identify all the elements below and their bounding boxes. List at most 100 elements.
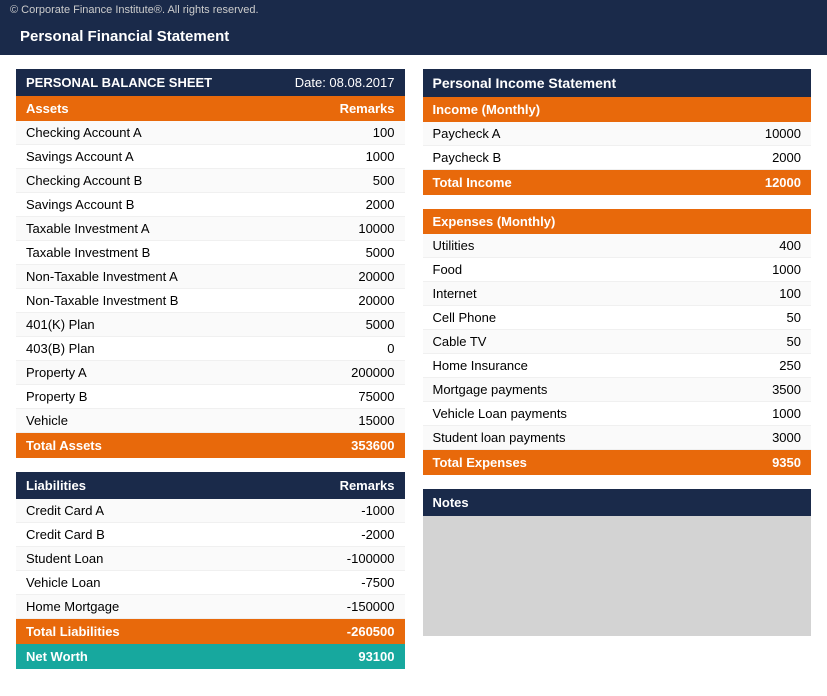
income-statement-header: Personal Income Statement <box>423 69 812 97</box>
asset-value: 100 <box>315 125 395 140</box>
asset-value: 1000 <box>315 149 395 164</box>
liability-row: Credit Card A-1000 <box>16 499 405 523</box>
income-statement-title: Personal Income Statement <box>433 75 617 91</box>
total-income-label: Total Income <box>433 175 512 190</box>
total-liabilities-label: Total Liabilities <box>26 624 120 639</box>
asset-name: Property A <box>26 365 87 380</box>
asset-name: 403(B) Plan <box>26 341 95 356</box>
copyright-text: © Corporate Finance Institute®. All righ… <box>10 4 259 16</box>
expenses-list: Utilities 400 Food 1000 Internet100 Cell Phon… <box>423 234 812 450</box>
total-expenses-label: Total Expenses <box>433 455 527 470</box>
asset-row: Taxable Investment B 5000 <box>16 241 405 265</box>
notes-box[interactable] <box>423 516 812 636</box>
liabilities-remarks-label: Remarks <box>340 478 395 493</box>
total-assets-value: 353600 <box>351 438 394 453</box>
expense-value: 1000 <box>721 262 801 277</box>
right-panel: Personal Income Statement Income (Monthl… <box>423 69 812 669</box>
title-bar: Personal Financial Statement <box>0 20 827 55</box>
liability-row: Credit Card B -2000 <box>16 523 405 547</box>
expense-row: Utilities 400 <box>423 234 812 258</box>
notes-label: Notes <box>433 495 469 510</box>
income-value: 10000 <box>721 126 801 141</box>
asset-row: Property A 200000 <box>16 361 405 385</box>
income-row: Paycheck B 2000 <box>423 146 812 170</box>
asset-value: 5000 <box>315 317 395 332</box>
total-expenses-value: 9350 <box>772 455 801 470</box>
income-name: Paycheck A <box>433 126 501 141</box>
assets-label: Assets <box>26 101 69 116</box>
liability-value: -7500 <box>315 575 395 590</box>
asset-value: 15000 <box>315 413 395 428</box>
expense-row: Cable TV 50 <box>423 330 812 354</box>
asset-row: Property B75000 <box>16 385 405 409</box>
main-content: PERSONAL BALANCE SHEET Date: 08.08.2017 … <box>0 55 827 683</box>
asset-value: 20000 <box>315 269 395 284</box>
asset-name: Taxable Investment A <box>26 221 150 236</box>
asset-name: Vehicle <box>26 413 68 428</box>
income-row: Paycheck A 10000 <box>423 122 812 146</box>
income-name: Paycheck B <box>433 150 502 165</box>
notes-header: Notes <box>423 489 812 516</box>
liability-name: Student Loan <box>26 551 103 566</box>
assets-list: Checking Account A100Savings Account A10… <box>16 121 405 433</box>
expense-value: 250 <box>721 358 801 373</box>
liabilities-list: Credit Card A-1000 Credit Card B -2000 Stud… <box>16 499 405 619</box>
expense-value: 3500 <box>721 382 801 397</box>
liability-name: Vehicle Loan <box>26 575 100 590</box>
asset-row: Vehicle 15000 <box>16 409 405 433</box>
expense-value: 1000 <box>721 406 801 421</box>
asset-name: 401(K) Plan <box>26 317 95 332</box>
income-row-header: Income (Monthly) <box>423 97 812 122</box>
liability-value: -2000 <box>315 527 395 542</box>
asset-value: 0 <box>315 341 395 356</box>
asset-value: 75000 <box>315 389 395 404</box>
asset-name: Non-Taxable Investment B <box>26 293 178 308</box>
expense-row: Student loan payments3000 <box>423 426 812 450</box>
total-assets-label: Total Assets <box>26 438 102 453</box>
asset-name: Checking Account A <box>26 125 142 140</box>
asset-row: Checking Account B500 <box>16 169 405 193</box>
expense-value: 100 <box>721 286 801 301</box>
expense-name: Cable TV <box>433 334 487 349</box>
total-liabilities-value: -260500 <box>347 624 395 639</box>
expense-value: 50 <box>721 334 801 349</box>
asset-name: Taxable Investment B <box>26 245 150 260</box>
liabilities-section-header: Liabilities Remarks <box>16 472 405 499</box>
liability-name: Home Mortgage <box>26 599 119 614</box>
liability-row: Home Mortgage-150000 <box>16 595 405 619</box>
income-monthly-label: Income (Monthly) <box>433 102 541 117</box>
liability-row: Vehicle Loan -7500 <box>16 571 405 595</box>
expense-row: Food 1000 <box>423 258 812 282</box>
total-liabilities-row: Total Liabilities -260500 <box>16 619 405 644</box>
left-panel: PERSONAL BALANCE SHEET Date: 08.08.2017 … <box>16 69 405 669</box>
total-expenses-row: Total Expenses 9350 <box>423 450 812 475</box>
asset-value: 200000 <box>315 365 395 380</box>
assets-row-header: Assets Remarks <box>16 96 405 121</box>
asset-value: 500 <box>315 173 395 188</box>
liability-row: Student Loan -100000 <box>16 547 405 571</box>
balance-sheet-date: Date: 08.08.2017 <box>295 75 395 90</box>
expense-row: Home Insurance250 <box>423 354 812 378</box>
income-value: 2000 <box>721 150 801 165</box>
asset-row: Taxable Investment A 10000 <box>16 217 405 241</box>
asset-value: 20000 <box>315 293 395 308</box>
liabilities-label: Liabilities <box>26 478 86 493</box>
liability-value: -100000 <box>315 551 395 566</box>
expense-row: Internet100 <box>423 282 812 306</box>
expenses-row-header: Expenses (Monthly) <box>423 209 812 234</box>
expense-name: Utilities <box>433 238 475 253</box>
page-title: Personal Financial Statement <box>20 28 229 45</box>
asset-name: Non-Taxable Investment A <box>26 269 178 284</box>
total-income-row: Total Income 12000 <box>423 170 812 195</box>
expense-name: Vehicle Loan payments <box>433 406 567 421</box>
expense-name: Cell Phone <box>433 310 497 325</box>
balance-sheet-header: PERSONAL BALANCE SHEET Date: 08.08.2017 <box>16 69 405 96</box>
expense-name: Food <box>433 262 463 277</box>
expense-value: 400 <box>721 238 801 253</box>
liability-value: -1000 <box>315 503 395 518</box>
net-worth-row: Net Worth 93100 <box>16 644 405 669</box>
asset-value: 5000 <box>315 245 395 260</box>
expense-row: Vehicle Loan payments 1000 <box>423 402 812 426</box>
liability-name: Credit Card B <box>26 527 105 542</box>
asset-value: 10000 <box>315 221 395 236</box>
